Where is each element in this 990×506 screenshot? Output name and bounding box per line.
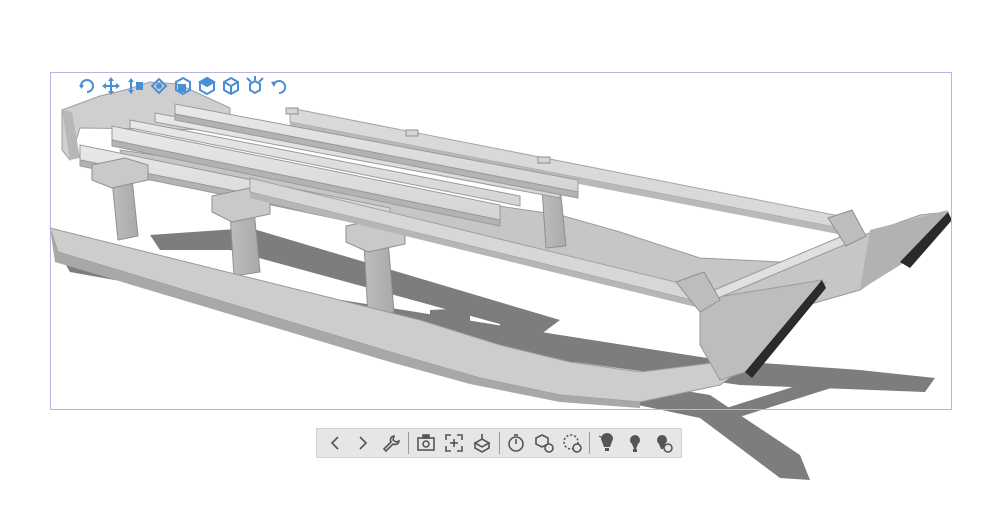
iso-view-icon[interactable]: [220, 75, 242, 97]
rotate-timer-icon[interactable]: [559, 430, 585, 456]
toolbar-separator: [407, 432, 409, 454]
timer-icon[interactable]: [504, 430, 530, 456]
screenshot-icon[interactable]: [413, 430, 439, 456]
measure-icon[interactable]: [469, 430, 495, 456]
pan-icon[interactable]: [100, 75, 122, 97]
parts-info-icon[interactable]: [531, 430, 557, 456]
light-top-icon[interactable]: [594, 430, 620, 456]
viewport-frame: [50, 72, 952, 410]
previous-icon[interactable]: [322, 430, 348, 456]
next-icon[interactable]: [350, 430, 376, 456]
light-settings-icon[interactable]: [650, 430, 676, 456]
zoom-icon[interactable]: [124, 75, 146, 97]
settings-wrench-icon[interactable]: [378, 430, 404, 456]
view-toolbar: [76, 74, 290, 98]
fit-view-icon[interactable]: [148, 75, 170, 97]
undo-icon[interactable]: [268, 75, 290, 97]
front-view-icon[interactable]: [172, 75, 194, 97]
top-view-icon[interactable]: [196, 75, 218, 97]
fit-all-icon[interactable]: [441, 430, 467, 456]
light-spot-icon[interactable]: [622, 430, 648, 456]
toolbar-separator: [589, 432, 591, 454]
model-viewport[interactable]: [0, 0, 990, 506]
toolbar-separator: [498, 432, 500, 454]
bottom-toolbar: [316, 428, 682, 458]
orbit-icon[interactable]: [76, 75, 98, 97]
explode-icon[interactable]: [244, 75, 266, 97]
